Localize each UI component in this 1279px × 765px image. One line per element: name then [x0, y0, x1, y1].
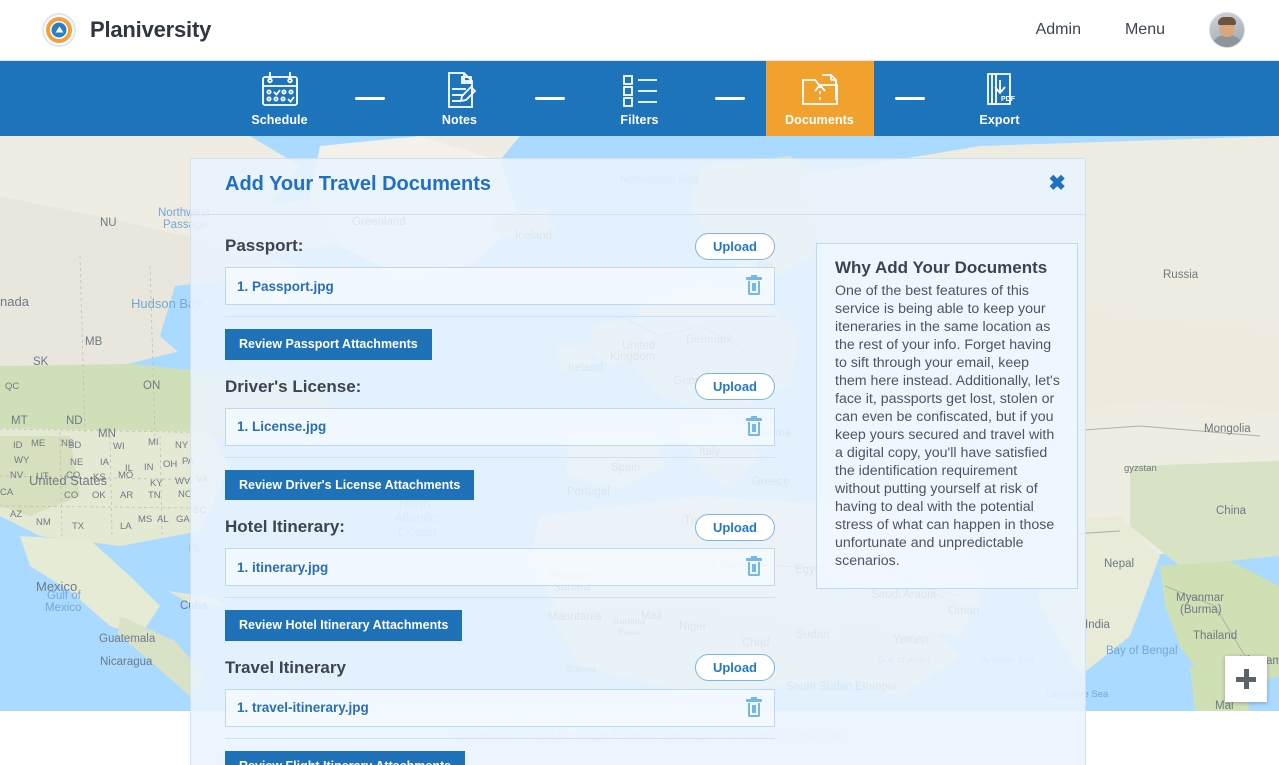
section-divider: [225, 456, 775, 458]
workflow-step-nav: Schedule Notes Filters Documents PDF Exp…: [0, 61, 1279, 136]
file-name-hotel-itinerary[interactable]: 1. itinerary.jpg: [237, 560, 328, 575]
review-button-hotel-itinerary[interactable]: Review Hotel Itinerary Attachments: [225, 610, 463, 641]
header-nav: Admin Menu: [1014, 12, 1245, 48]
calendar-icon: [257, 70, 303, 110]
dialog-body: Passport: Upload 1. Passport.jpg Review …: [191, 215, 1085, 765]
note-pencil-icon: [439, 70, 481, 110]
info-panel-text: One of the best features of this service…: [835, 283, 1060, 569]
document-label-passport: Passport:: [225, 236, 304, 255]
step-label-filters: Filters: [620, 113, 659, 127]
review-button-drivers-license[interactable]: Review Driver's License Attachments: [225, 469, 475, 500]
review-button-passport[interactable]: Review Passport Attachments: [225, 329, 432, 360]
map-zoom-in-button[interactable]: [1225, 656, 1267, 702]
delete-icon[interactable]: [746, 556, 762, 576]
step-label-documents: Documents: [785, 113, 854, 127]
brand-name: Planiversity: [90, 17, 212, 42]
step-connector-1: [334, 61, 406, 136]
step-connector-2: [514, 61, 586, 136]
file-name-drivers-license[interactable]: 1. License.jpg: [237, 419, 326, 434]
folder-upload-icon: [797, 70, 843, 110]
upload-button-drivers-license[interactable]: Upload: [694, 373, 775, 400]
upload-button-hotel-itinerary[interactable]: Upload: [694, 513, 775, 541]
step-label-export: Export: [979, 113, 1020, 127]
delete-icon[interactable]: [746, 275, 762, 295]
document-block-drivers-license: Driver's License: Upload 1. License.jpg …: [225, 368, 775, 500]
step-label-notes: Notes: [441, 113, 478, 127]
document-header: Passport: Upload: [225, 227, 775, 265]
document-block-passport: Passport: Upload 1. Passport.jpg Review …: [225, 227, 775, 360]
planiversity-logo-icon: [42, 13, 76, 47]
avatar[interactable]: [1209, 12, 1245, 48]
step-export[interactable]: PDF Export: [946, 61, 1054, 136]
dialog-title: Add Your Travel Documents: [225, 173, 491, 195]
step-documents[interactable]: Documents: [765, 61, 874, 136]
close-icon[interactable]: ✖: [1048, 173, 1066, 194]
step-label-schedule: Schedule: [251, 113, 308, 127]
file-row-hotel-itinerary[interactable]: 1. itinerary.jpg: [225, 548, 775, 586]
step-connector-3: [694, 61, 766, 136]
document-header: Hotel Itinerary: Upload: [225, 508, 775, 546]
nav-link-admin[interactable]: Admin: [1014, 15, 1103, 45]
filter-list-icon: [617, 70, 663, 110]
brand-logo[interactable]: Planiversity: [42, 13, 211, 47]
step-schedule[interactable]: Schedule: [226, 61, 334, 136]
upload-button-travel-itinerary[interactable]: Upload: [694, 654, 775, 681]
section-divider: [225, 316, 775, 317]
pdf-download-icon: PDF: [978, 70, 1022, 110]
document-block-hotel-itinerary: Hotel Itinerary: Upload 1. itinerary.jpg…: [225, 508, 775, 641]
document-label-travel-itinerary: Travel Itinerary: [225, 657, 346, 677]
review-button-travel-itinerary[interactable]: Review Flight Itinerary Attachments: [225, 750, 466, 765]
plus-icon: [1236, 669, 1256, 689]
document-header: Travel Itinerary Upload: [225, 649, 775, 687]
delete-icon[interactable]: [746, 696, 762, 717]
upload-button-passport[interactable]: Upload: [694, 232, 775, 260]
file-row-travel-itinerary[interactable]: 1. travel-itinerary.jpg: [225, 688, 775, 727]
dialog-header: Add Your Travel Documents ✖: [191, 159, 1085, 215]
add-travel-documents-dialog: Add Your Travel Documents ✖ Passport: Up…: [190, 158, 1086, 765]
document-label-drivers-license: Driver's License:: [225, 376, 362, 396]
file-row-passport[interactable]: 1. Passport.jpg: [225, 267, 775, 305]
step-connector-4: [874, 61, 946, 136]
why-add-documents-panel: Why Add Your Documents One of the best f…: [816, 243, 1078, 589]
nav-link-menu[interactable]: Menu: [1103, 15, 1187, 45]
info-column: Why Add Your Documents One of the best f…: [816, 243, 1078, 765]
document-label-hotel-itinerary: Hotel Itinerary:: [225, 517, 345, 536]
info-panel-title: Why Add Your Documents: [835, 258, 1048, 277]
svg-text:PDF: PDF: [1001, 96, 1016, 103]
section-divider: [225, 597, 775, 598]
document-header: Driver's License: Upload: [225, 368, 775, 406]
documents-column: Passport: Upload 1. Passport.jpg Review …: [225, 227, 775, 765]
file-row-drivers-license[interactable]: 1. License.jpg: [225, 407, 775, 446]
file-name-passport[interactable]: 1. Passport.jpg: [237, 279, 334, 294]
delete-icon[interactable]: [746, 415, 762, 436]
step-filters[interactable]: Filters: [586, 61, 694, 136]
step-notes[interactable]: Notes: [406, 61, 514, 136]
file-name-travel-itinerary[interactable]: 1. travel-itinerary.jpg: [237, 700, 369, 715]
document-block-travel-itinerary: Travel Itinerary Upload 1. travel-itiner…: [225, 649, 775, 765]
site-header: Planiversity Admin Menu: [0, 0, 1279, 61]
section-divider: [225, 737, 775, 739]
